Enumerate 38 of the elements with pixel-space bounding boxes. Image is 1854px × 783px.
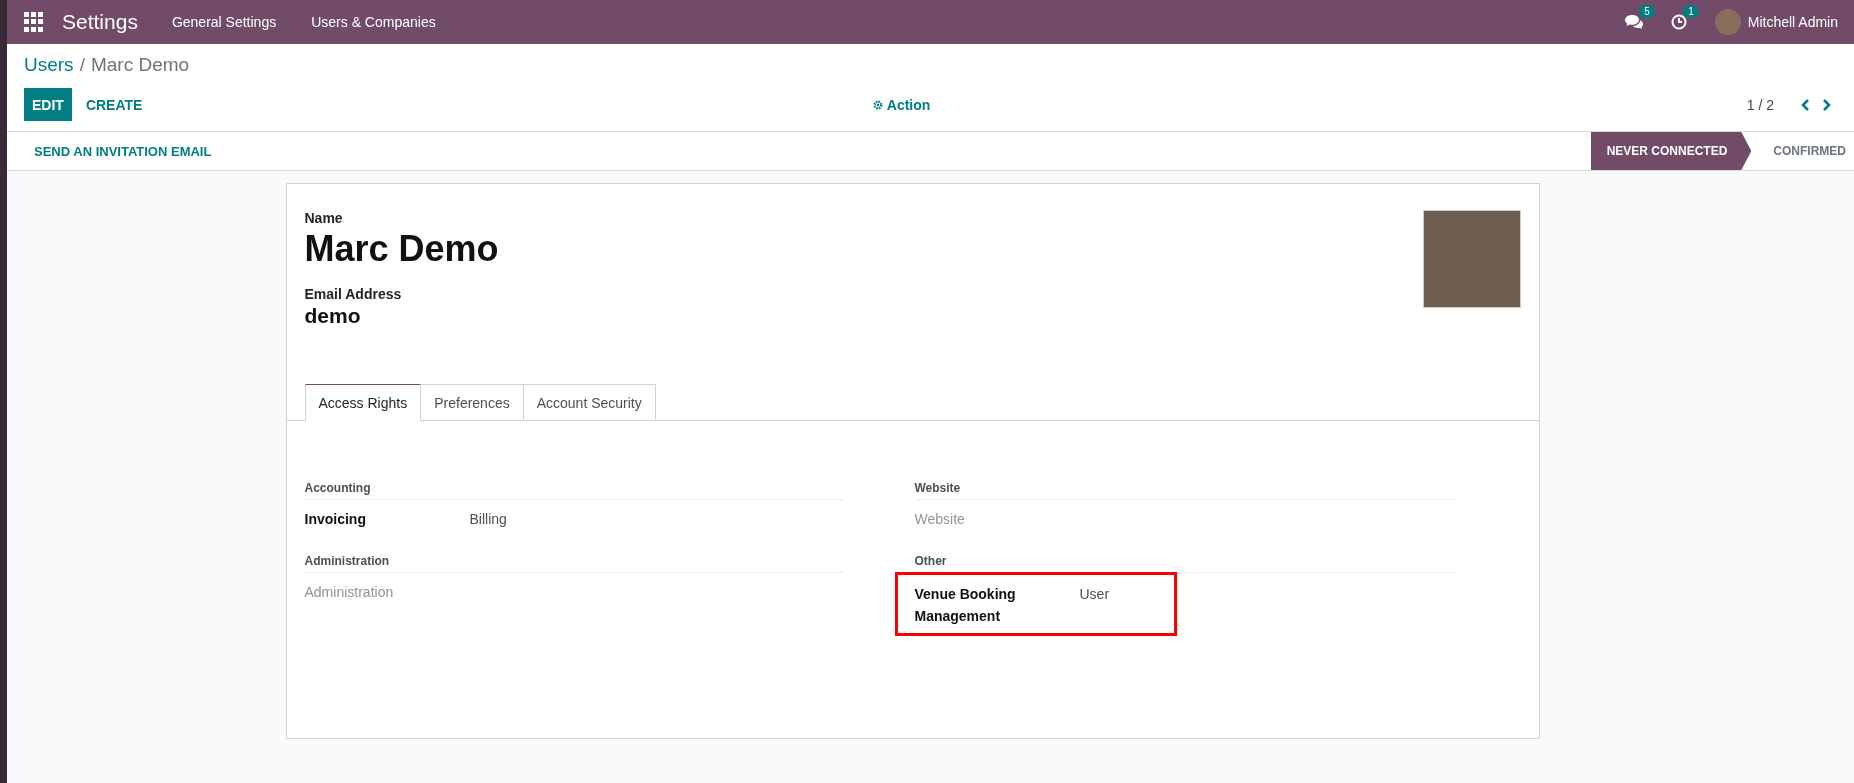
- user-name-title: Marc Demo: [304, 228, 500, 270]
- breadcrumb-current: Marc Demo: [90, 54, 190, 76]
- status-step[interactable]: CONFIRMED: [1751, 132, 1854, 170]
- chevron-left-icon: [1800, 97, 1810, 112]
- group-title: Administration: [304, 554, 845, 573]
- field-label: Name: [304, 210, 344, 226]
- field-label: Invoicing: [304, 510, 367, 529]
- breadcrumb-link[interactable]: Users: [24, 54, 74, 76]
- apps-menu-icon[interactable]: [24, 12, 44, 32]
- gear-icon: [872, 99, 883, 110]
- form-tab[interactable]: Access Rights: [304, 384, 422, 421]
- edit-button[interactable]: EDIT: [24, 88, 72, 121]
- activity-count-badge: 1: [1683, 5, 1699, 18]
- form-tab[interactable]: Account Security: [522, 384, 656, 421]
- chat-bubbles-icon[interactable]: [1624, 14, 1643, 30]
- field-value[interactable]: Billing: [469, 508, 507, 530]
- user-name[interactable]: Mitchell Admin: [1747, 14, 1838, 30]
- field-label: Email Address: [304, 286, 403, 302]
- group-title: Other: [914, 554, 1455, 573]
- field-value[interactable]: User: [1079, 583, 1110, 605]
- chevron-right-icon: [1822, 97, 1832, 112]
- group-title: Website: [914, 481, 1455, 500]
- breadcrumb-separator: /: [79, 54, 85, 76]
- group-title: Accounting: [304, 481, 845, 500]
- form-tab[interactable]: Preferences: [420, 384, 524, 421]
- action-button[interactable]: Action: [866, 95, 937, 114]
- field-label: Venue Booking Management: [914, 585, 1017, 626]
- nav-menu-item[interactable]: General Settings: [171, 14, 277, 30]
- pager-counter: 1 / 2: [1746, 96, 1774, 113]
- photo-placeholder[interactable]: [1422, 210, 1521, 308]
- send-invitation-button[interactable]: SEND AN INVITATION EMAIL: [7, 132, 229, 170]
- nav-menu-item[interactable]: Users & Companies: [311, 14, 436, 30]
- create-button[interactable]: CREATE: [77, 88, 151, 121]
- clock-icon[interactable]: [1670, 14, 1687, 30]
- app-title[interactable]: Settings: [62, 10, 138, 34]
- message-count-badge: 5: [1639, 5, 1655, 18]
- email-value: demo: [304, 304, 362, 328]
- status-step[interactable]: NEVER CONNECTED: [1590, 132, 1752, 170]
